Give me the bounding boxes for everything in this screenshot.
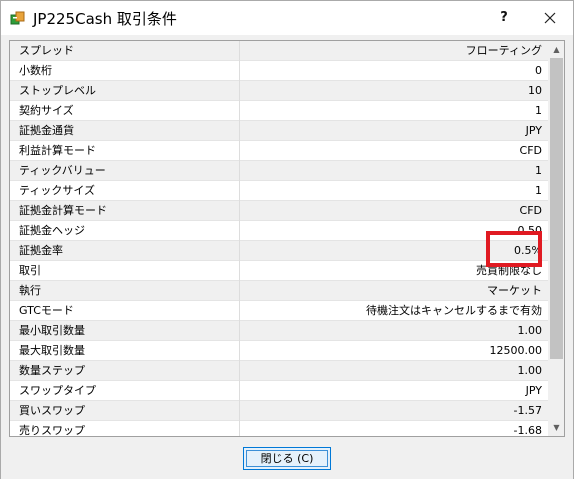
property-value: 0 bbox=[535, 64, 542, 77]
dialog-content: スプレッド フローティング 小数桁 0 ストップレベル 10 契約サイズ 1 証拠金通貨 JPY 利… bbox=[1, 35, 573, 479]
column-divider bbox=[239, 81, 240, 101]
app-icon bbox=[10, 10, 26, 26]
property-value: 10 bbox=[528, 84, 542, 97]
property-label: 契約サイズ bbox=[19, 104, 74, 117]
property-label: スプレッド bbox=[19, 44, 74, 57]
properties-list: スプレッド フローティング 小数桁 0 ストップレベル 10 契約サイズ 1 証拠金通貨 JPY 利… bbox=[10, 41, 548, 437]
property-row[interactable]: 執行 マーケット bbox=[10, 281, 548, 301]
properties-grid: スプレッド フローティング 小数桁 0 ストップレベル 10 契約サイズ 1 証拠金通貨 JPY 利… bbox=[9, 40, 565, 437]
property-row[interactable]: 最大取引数量 12500.00 bbox=[10, 341, 548, 361]
property-row[interactable]: 最小取引数量 1.00 bbox=[10, 321, 548, 341]
property-row[interactable]: ストップレベル 10 bbox=[10, 81, 548, 101]
property-row[interactable]: 取引 売買制限なし bbox=[10, 261, 548, 281]
property-label: 買いスワップ bbox=[19, 404, 85, 417]
title-bar: JP225Cash 取引条件 ? bbox=[1, 1, 573, 35]
property-row[interactable]: 証拠金ヘッジ 0.50 bbox=[10, 221, 548, 241]
column-divider bbox=[239, 161, 240, 181]
property-label: ティックバリュー bbox=[19, 164, 106, 177]
property-value: CFD bbox=[519, 144, 542, 157]
property-value: -1.57 bbox=[513, 404, 542, 417]
property-value: -1.68 bbox=[513, 424, 542, 437]
property-row[interactable]: ティックサイズ 1 bbox=[10, 181, 548, 201]
property-value: 12500.00 bbox=[489, 344, 543, 357]
property-value: 1 bbox=[535, 184, 542, 197]
column-divider bbox=[239, 361, 240, 381]
column-divider bbox=[239, 141, 240, 161]
column-divider bbox=[239, 261, 240, 281]
column-divider bbox=[239, 321, 240, 341]
property-row[interactable]: 買いスワップ -1.57 bbox=[10, 401, 548, 421]
vertical-scrollbar[interactable]: ▲ ▼ bbox=[548, 41, 564, 436]
property-row[interactable]: 契約サイズ 1 bbox=[10, 101, 548, 121]
property-value: 1.00 bbox=[517, 324, 543, 337]
property-row[interactable]: 証拠金計算モード CFD bbox=[10, 201, 548, 221]
column-divider bbox=[239, 101, 240, 121]
property-row[interactable]: 証拠金通貨 JPY bbox=[10, 121, 548, 141]
property-label: ティックサイズ bbox=[19, 184, 96, 197]
column-divider bbox=[239, 221, 240, 241]
property-row[interactable]: スプレッド フローティング bbox=[10, 41, 548, 61]
close-icon[interactable] bbox=[531, 5, 569, 31]
column-divider bbox=[239, 401, 240, 421]
window-title: JP225Cash 取引条件 bbox=[33, 10, 177, 28]
dialog-window: JP225Cash 取引条件 ? スプレッド フローティング小数桁 0 ストップレベル… bbox=[0, 0, 574, 479]
property-row[interactable]: 売りスワップ -1.68 bbox=[10, 421, 548, 437]
property-label: 証拠金率 bbox=[19, 244, 63, 257]
property-value: 待機注文はキャンセルするまで有効 bbox=[366, 304, 542, 317]
column-divider bbox=[239, 421, 240, 436]
help-button[interactable]: ? bbox=[489, 5, 519, 31]
close-dialog-button[interactable]: 閉じる (C) bbox=[243, 447, 331, 470]
property-label: スワップタイプ bbox=[19, 384, 96, 397]
property-value: 1 bbox=[535, 104, 542, 117]
property-label: 取引 bbox=[19, 264, 41, 277]
property-label: 証拠金ヘッジ bbox=[19, 224, 85, 237]
column-divider bbox=[239, 381, 240, 401]
column-divider bbox=[239, 181, 240, 201]
property-label: 最大取引数量 bbox=[19, 344, 85, 357]
property-label: 執行 bbox=[19, 284, 41, 297]
property-value: フローティング bbox=[465, 44, 542, 57]
property-label: 数量ステップ bbox=[19, 364, 85, 377]
scroll-thumb[interactable] bbox=[550, 58, 563, 359]
property-row[interactable]: 小数桁 0 bbox=[10, 61, 548, 81]
button-focus-ring bbox=[246, 450, 328, 467]
property-label: 小数桁 bbox=[19, 64, 52, 77]
property-value: CFD bbox=[519, 204, 542, 217]
column-divider bbox=[239, 41, 240, 61]
property-value: JPY bbox=[525, 124, 542, 137]
property-value: JPY bbox=[525, 384, 542, 397]
property-value: 1.00 bbox=[517, 364, 543, 377]
property-row[interactable]: 利益計算モード CFD bbox=[10, 141, 548, 161]
scroll-up-icon[interactable]: ▲ bbox=[548, 41, 564, 58]
column-divider bbox=[239, 121, 240, 141]
column-divider bbox=[239, 241, 240, 261]
property-value: 1 bbox=[535, 164, 542, 177]
highlight-box bbox=[486, 231, 542, 267]
property-label: 利益計算モード bbox=[19, 144, 96, 157]
property-row[interactable]: 数量ステップ 1.00 bbox=[10, 361, 548, 381]
property-label: 最小取引数量 bbox=[19, 324, 85, 337]
column-divider bbox=[239, 281, 240, 301]
property-row[interactable]: 証拠金率 0.5% bbox=[10, 241, 548, 261]
property-label: 証拠金計算モード bbox=[19, 204, 107, 217]
column-divider bbox=[239, 61, 240, 81]
property-label: 証拠金通貨 bbox=[19, 124, 74, 137]
property-label: ストップレベル bbox=[19, 84, 96, 97]
column-divider bbox=[239, 201, 240, 221]
property-label: GTCモード bbox=[19, 304, 74, 317]
scroll-down-icon[interactable]: ▼ bbox=[548, 419, 564, 436]
column-divider bbox=[239, 341, 240, 361]
property-row[interactable]: ティックバリュー 1 bbox=[10, 161, 548, 181]
property-row[interactable]: GTCモード 待機注文はキャンセルするまで有効 bbox=[10, 301, 548, 321]
property-label: 売りスワップ bbox=[19, 424, 85, 437]
property-row[interactable]: スワップタイプ JPY bbox=[10, 381, 548, 401]
column-divider bbox=[239, 301, 240, 321]
property-value: マーケット bbox=[487, 284, 542, 297]
